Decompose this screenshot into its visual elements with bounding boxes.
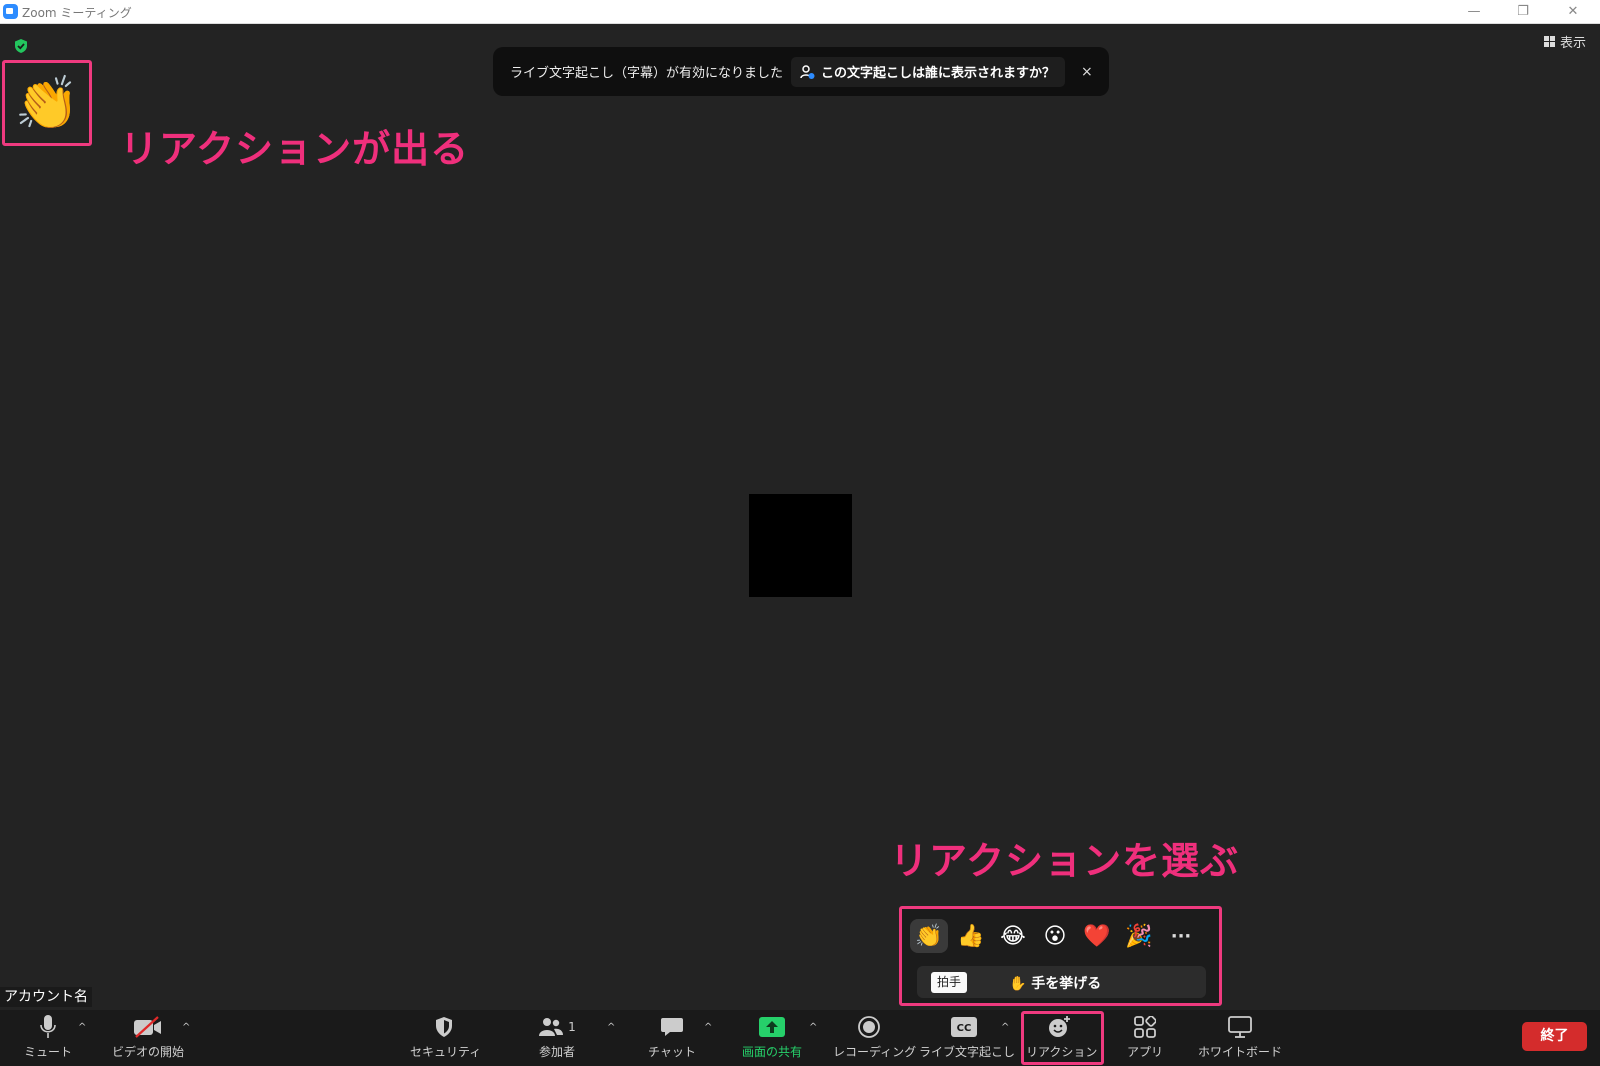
thumbs-up-reaction-button[interactable]: 👍 <box>952 919 990 953</box>
reactions-highlight-box <box>1021 1011 1104 1065</box>
account-name-label: アカウント名 <box>0 987 92 1007</box>
chat-options-caret[interactable]: ^ <box>704 1022 712 1033</box>
live-transcript-button[interactable]: CC ライブ文字起こし <box>919 1012 1016 1060</box>
mute-label: ミュート <box>23 1045 72 1059</box>
svg-text:CC: CC <box>957 1023 972 1034</box>
participant-video-placeholder <box>749 494 852 597</box>
raise-hand-button[interactable]: 拍手 ✋ 手を挙げる <box>917 966 1206 998</box>
minimize-button[interactable]: — <box>1459 2 1489 22</box>
security-button[interactable]: セキュリティ <box>410 1012 482 1060</box>
participants-icon <box>539 1018 564 1036</box>
record-button[interactable]: レコーディング <box>833 1012 917 1060</box>
annotation-choose-reaction: リアクションを選ぶ <box>890 839 1240 883</box>
meeting-toolbar: ミュート ^ ビデオの開始 ^ セキュリティ 1 参加者 ^ チャット ^ 画面… <box>0 1010 1600 1066</box>
clap-reaction-button[interactable]: 👏 <box>910 919 948 953</box>
security-label: セキュリティ <box>410 1045 482 1059</box>
apps-button[interactable]: アプリ <box>1120 1012 1170 1060</box>
participants-label: 参加者 <box>538 1045 575 1059</box>
end-meeting-button[interactable]: 終了 <box>1522 1022 1587 1051</box>
share-options-caret[interactable]: ^ <box>809 1022 817 1033</box>
surprised-reaction-button[interactable]: 😮 <box>1036 919 1074 953</box>
view-label: 表示 <box>1559 36 1586 51</box>
record-label: レコーディング <box>833 1045 917 1059</box>
zoom-app-icon <box>3 4 18 19</box>
more-reactions-button[interactable]: ··· <box>1162 919 1200 953</box>
close-window-button[interactable]: ✕ <box>1558 2 1588 22</box>
video-off-icon <box>134 1016 161 1038</box>
record-icon <box>858 1016 880 1038</box>
share-screen-button[interactable]: 画面の共有 <box>735 1012 809 1060</box>
joy-reaction-button[interactable]: 😂 <box>994 919 1032 953</box>
view-button[interactable]: 表示 <box>1543 32 1586 51</box>
restore-button[interactable]: ❐ <box>1508 2 1538 22</box>
reaction-display-tile: 👏 <box>2 60 92 146</box>
chat-button[interactable]: チャット <box>643 1012 701 1060</box>
notification-message: ライブ文字起こし（字幕）が有効になりました <box>510 66 784 81</box>
share-screen-icon <box>759 1017 785 1037</box>
whiteboard-icon <box>1228 1016 1252 1038</box>
whiteboard-button[interactable]: ホワイトボード <box>1198 1012 1282 1060</box>
reaction-picker: 👏 👍 😂 😮 ❤️ 🎉 ··· 拍手 ✋ 手を挙げる <box>899 906 1222 1006</box>
chat-label: チャット <box>648 1045 696 1059</box>
participant-count: 1 <box>568 1020 576 1034</box>
clap-reaction-icon: 👏 <box>14 73 80 134</box>
participants-options-caret[interactable]: ^ <box>607 1022 615 1033</box>
captions-options-caret[interactable]: ^ <box>1001 1022 1009 1033</box>
person-info-icon <box>800 64 815 79</box>
clap-tooltip: 拍手 <box>931 972 968 993</box>
start-video-button[interactable]: ビデオの開始 <box>108 1012 188 1060</box>
heart-reaction-button[interactable]: ❤️ <box>1078 919 1116 953</box>
close-notification-button[interactable]: × <box>1081 64 1093 80</box>
security-shield-icon <box>436 1017 452 1037</box>
party-reaction-button[interactable]: 🎉 <box>1120 919 1158 953</box>
chat-bubble-icon <box>661 1018 683 1036</box>
caption-notification: ライブ文字起こし（字幕）が有効になりました この文字起こしは誰に表示されますか？… <box>493 47 1109 96</box>
window-title: Zoom ミーティング <box>22 6 132 20</box>
annotation-reaction-appears: リアクションが出る <box>120 127 470 171</box>
live-transcript-label: ライブ文字起こし <box>919 1045 1016 1059</box>
raise-hand-label: ✋ 手を挙げる <box>1009 976 1102 992</box>
caption-visibility-label: この文字起こしは誰に表示されますか？ <box>821 66 1056 81</box>
window-title-bar: Zoom ミーティング — ❐ ✕ <box>0 0 1600 24</box>
shield-check-icon[interactable] <box>13 38 29 54</box>
share-screen-label: 画面の共有 <box>741 1045 802 1059</box>
caption-visibility-button[interactable]: この文字起こしは誰に表示されますか？ <box>791 56 1066 87</box>
whiteboard-label: ホワイトボード <box>1198 1045 1283 1059</box>
audio-options-caret[interactable]: ^ <box>78 1022 86 1033</box>
participants-button[interactable]: 1 参加者 <box>528 1012 586 1060</box>
start-video-label: ビデオの開始 <box>111 1045 184 1059</box>
apps-label: アプリ <box>1126 1045 1163 1059</box>
microphone-icon <box>40 1015 56 1038</box>
mute-button[interactable]: ミュート <box>18 1012 78 1060</box>
apps-icon <box>1134 1016 1156 1038</box>
grid-icon <box>1543 36 1555 47</box>
video-options-caret[interactable]: ^ <box>182 1022 190 1033</box>
closed-captions-icon: CC <box>951 1017 977 1037</box>
